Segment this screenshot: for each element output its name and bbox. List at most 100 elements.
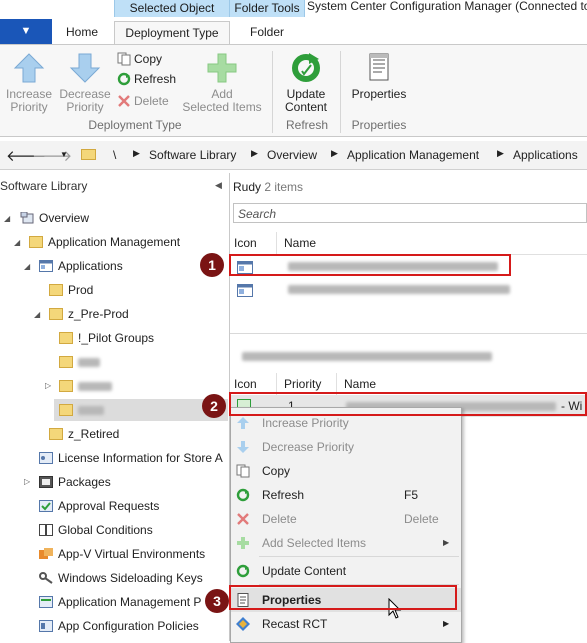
redacted-text: [242, 352, 492, 361]
ribbon: Increase Priority Decrease Priority Copy R…: [0, 44, 587, 137]
breadcrumb-software-library[interactable]: Software Library: [149, 148, 236, 162]
tree-item-appv-environments[interactable]: App-V Virtual Environments: [39, 544, 205, 564]
tree-item-application-management[interactable]: Application Management: [29, 232, 180, 252]
submenu-arrow-icon: ▶: [443, 619, 450, 628]
tree-item-redacted[interactable]: [59, 352, 100, 372]
package-icon: [39, 476, 53, 488]
column-divider[interactable]: [276, 232, 277, 254]
list-header: Icon Name: [230, 232, 587, 255]
copy-icon: [236, 464, 250, 478]
list-row[interactable]: [230, 279, 587, 301]
folder-icon: [29, 236, 43, 248]
menu-item-update-content[interactable]: Update Content: [231, 559, 461, 583]
tab-deployment-type[interactable]: Deployment Type: [114, 21, 230, 45]
breadcrumb-root[interactable]: \: [113, 148, 116, 162]
column-header-priority[interactable]: Priority: [284, 374, 321, 394]
redacted-text: [288, 285, 510, 294]
add-selected-items-button[interactable]: Add Selected Items: [179, 51, 265, 114]
tree-item-global-conditions[interactable]: Global Conditions: [39, 520, 153, 540]
pane-splitter[interactable]: [230, 333, 587, 334]
collapse-pane-icon[interactable]: ◀: [215, 180, 222, 191]
menu-item-delete[interactable]: Delete Delete: [231, 507, 461, 531]
breadcrumb-separator-icon[interactable]: ▶: [497, 148, 504, 159]
expand-arrow-icon[interactable]: ◢: [4, 214, 10, 223]
copy-button[interactable]: Copy: [117, 50, 162, 68]
tree-item-sideloading-keys[interactable]: Windows Sideloading Keys: [39, 568, 203, 588]
redacted-text: [78, 406, 104, 416]
breadcrumb-application-management[interactable]: Application Management: [347, 148, 479, 162]
breadcrumb-applications[interactable]: Applications: [513, 148, 578, 162]
tree-item-z-retired[interactable]: z_Retired: [49, 424, 119, 444]
properties-button[interactable]: Properties: [346, 51, 412, 101]
expand-arrow-icon[interactable]: ◢: [34, 310, 40, 319]
breadcrumb-separator-icon[interactable]: ▶: [331, 148, 338, 159]
app-menu-button[interactable]: ▼: [0, 19, 52, 44]
tree-item-z-pre-prod[interactable]: z_Pre-Prod: [49, 304, 129, 324]
ribbon-group-refresh: Refresh: [285, 118, 329, 132]
callout-highlight-box: [229, 585, 457, 610]
overview-icon: [20, 212, 34, 224]
tab-folder[interactable]: Folder: [238, 21, 296, 44]
context-tab-selected-object[interactable]: Selected Object: [114, 0, 230, 17]
delete-x-icon: [237, 513, 249, 525]
breadcrumb-separator-icon[interactable]: ▶: [133, 148, 140, 159]
tree-item-approval-requests[interactable]: Approval Requests: [39, 496, 159, 516]
delete-button[interactable]: Delete: [117, 92, 169, 110]
menu-item-copy[interactable]: Copy: [231, 459, 461, 483]
menu-item-refresh[interactable]: Refresh F5: [231, 483, 461, 507]
collapsed-arrow-icon[interactable]: ▷: [45, 381, 51, 390]
add-plus-icon: [237, 537, 249, 549]
callout-highlight-box: [229, 254, 511, 276]
column-header-name[interactable]: Name: [344, 374, 376, 394]
expand-arrow-icon[interactable]: ◢: [24, 262, 30, 271]
menu-item-decrease-priority[interactable]: Decrease Priority: [231, 435, 461, 459]
tree-item-redacted[interactable]: [59, 376, 112, 396]
folder-icon: [59, 356, 73, 368]
callout-badge: 3: [205, 589, 229, 613]
history-dropdown-icon[interactable]: ▼: [60, 150, 68, 159]
refresh-button[interactable]: Refresh: [117, 70, 176, 88]
menu-item-add-selected-items[interactable]: Add Selected Items ▶: [231, 531, 461, 555]
global-conditions-icon: [39, 524, 53, 536]
tree-item-app-config-policies[interactable]: App Configuration Policies: [39, 616, 199, 636]
folder-header: Rudy 2 items: [233, 180, 304, 194]
menu-item-recast-rct[interactable]: Recast RCT ▶: [231, 612, 461, 636]
tree-item-selected-folder[interactable]: [59, 400, 104, 420]
column-header-name[interactable]: Name: [284, 233, 316, 253]
folder-icon: [49, 428, 63, 440]
tree-item-prod[interactable]: Prod: [49, 280, 93, 300]
tree-item-overview[interactable]: Overview: [20, 208, 89, 228]
update-content-button[interactable]: Update Content: [277, 51, 335, 114]
window-title: System Center Configuration Manager (Con…: [307, 0, 587, 13]
tree-item-applications[interactable]: Applications: [39, 256, 123, 276]
collapsed-arrow-icon[interactable]: ▷: [24, 477, 30, 486]
update-content-icon: [292, 53, 320, 82]
copy-icon: [117, 52, 131, 66]
column-header-icon[interactable]: Icon: [234, 233, 257, 253]
submenu-arrow-icon: ▶: [443, 538, 450, 547]
tree-item-packages[interactable]: Packages: [39, 472, 111, 492]
callout-badge: 2: [202, 394, 226, 418]
ribbon-separator: [340, 51, 341, 133]
tree-item-app-mgmt-policies[interactable]: Application Management P: [39, 592, 201, 612]
add-plus-icon: [207, 53, 237, 83]
down-arrow-icon: [237, 441, 249, 453]
expand-arrow-icon[interactable]: ◢: [14, 238, 20, 247]
menu-separator: [259, 556, 459, 557]
refresh-icon: [236, 488, 250, 502]
column-header-icon[interactable]: Icon: [234, 374, 257, 394]
approval-icon: [39, 500, 53, 512]
decrease-priority-button[interactable]: Decrease Priority: [58, 51, 112, 114]
redacted-text: [78, 382, 112, 392]
increase-priority-button[interactable]: Increase Priority: [4, 51, 54, 114]
address-bar: 🡐 🡒 ▼ \ ▶ Software Library ▶ Overview ▶ …: [0, 141, 587, 170]
context-tab-folder-tools[interactable]: Folder Tools: [229, 0, 305, 17]
tree-item-license-information[interactable]: License Information for Store A: [39, 448, 223, 468]
breadcrumb-overview[interactable]: Overview: [267, 148, 317, 162]
search-input[interactable]: Search: [233, 203, 587, 223]
update-content-icon: [236, 564, 250, 578]
breadcrumb-separator-icon[interactable]: ▶: [251, 148, 258, 159]
folder-icon: [49, 284, 63, 296]
tab-home[interactable]: Home: [60, 21, 104, 44]
tree-item-pilot-groups[interactable]: !_Pilot Groups: [59, 328, 154, 348]
